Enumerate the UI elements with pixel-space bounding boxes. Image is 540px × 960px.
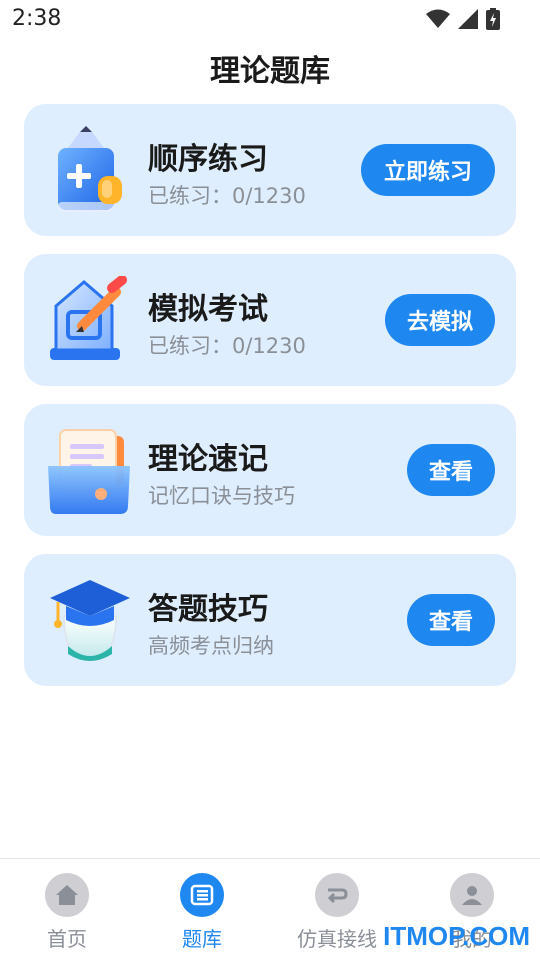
status-time: 2:38: [12, 6, 62, 31]
card-title: 模拟考试: [148, 292, 268, 327]
graduation-cap-icon: [50, 580, 130, 662]
card-answer-tips[interactable]: 答题技巧 高频考点归纳 查看: [24, 554, 516, 686]
card-sequential-practice[interactable]: 顺序练习 已练习：0/1230 立即练习: [24, 104, 516, 236]
card-quick-notes[interactable]: 理论速记 记忆口诀与技巧 查看: [24, 404, 516, 536]
nav-label: 题库: [182, 927, 222, 951]
card-subtitle: 高频考点归纳: [148, 634, 274, 658]
notes-icon: [48, 429, 130, 514]
list-icon: [180, 873, 224, 917]
pencil-icon: [58, 126, 122, 212]
card-subtitle: 已练习：0/1230: [148, 334, 306, 358]
card-mock-exam[interactable]: 模拟考试 已练习：0/1230 去模拟: [24, 254, 516, 386]
card-title: 理论速记: [148, 442, 268, 477]
wifi-icon: [426, 9, 450, 28]
view-tips-button[interactable]: 查看: [407, 594, 495, 646]
nav-item-home[interactable]: 首页: [7, 873, 127, 952]
nav-item-wiring-sim[interactable]: 仿真接线: [277, 873, 397, 952]
nav-label: 仿真接线: [297, 927, 377, 951]
go-mock-button[interactable]: 去模拟: [385, 294, 495, 346]
practice-now-button[interactable]: 立即练习: [361, 144, 495, 196]
card-subtitle: 记忆口诀与技巧: [148, 484, 295, 508]
watermark: ITMOP.COM: [383, 921, 530, 951]
user-icon: [450, 873, 494, 917]
route-icon: [315, 873, 359, 917]
card-subtitle: 已练习：0/1230: [148, 184, 306, 208]
card-title: 顺序练习: [148, 142, 268, 177]
home-icon: [45, 873, 89, 917]
nav-item-question-bank[interactable]: 题库: [142, 873, 262, 952]
page-title: 理论题库: [210, 54, 330, 89]
status-icons: [426, 8, 500, 30]
battery-icon: [486, 8, 500, 30]
nav-label: 首页: [47, 927, 87, 951]
card-title: 答题技巧: [148, 592, 268, 627]
exam-icon: [50, 276, 127, 360]
status-bar: 2:38: [0, 0, 540, 38]
view-notes-button[interactable]: 查看: [407, 444, 495, 496]
signal-icon: [458, 9, 478, 29]
